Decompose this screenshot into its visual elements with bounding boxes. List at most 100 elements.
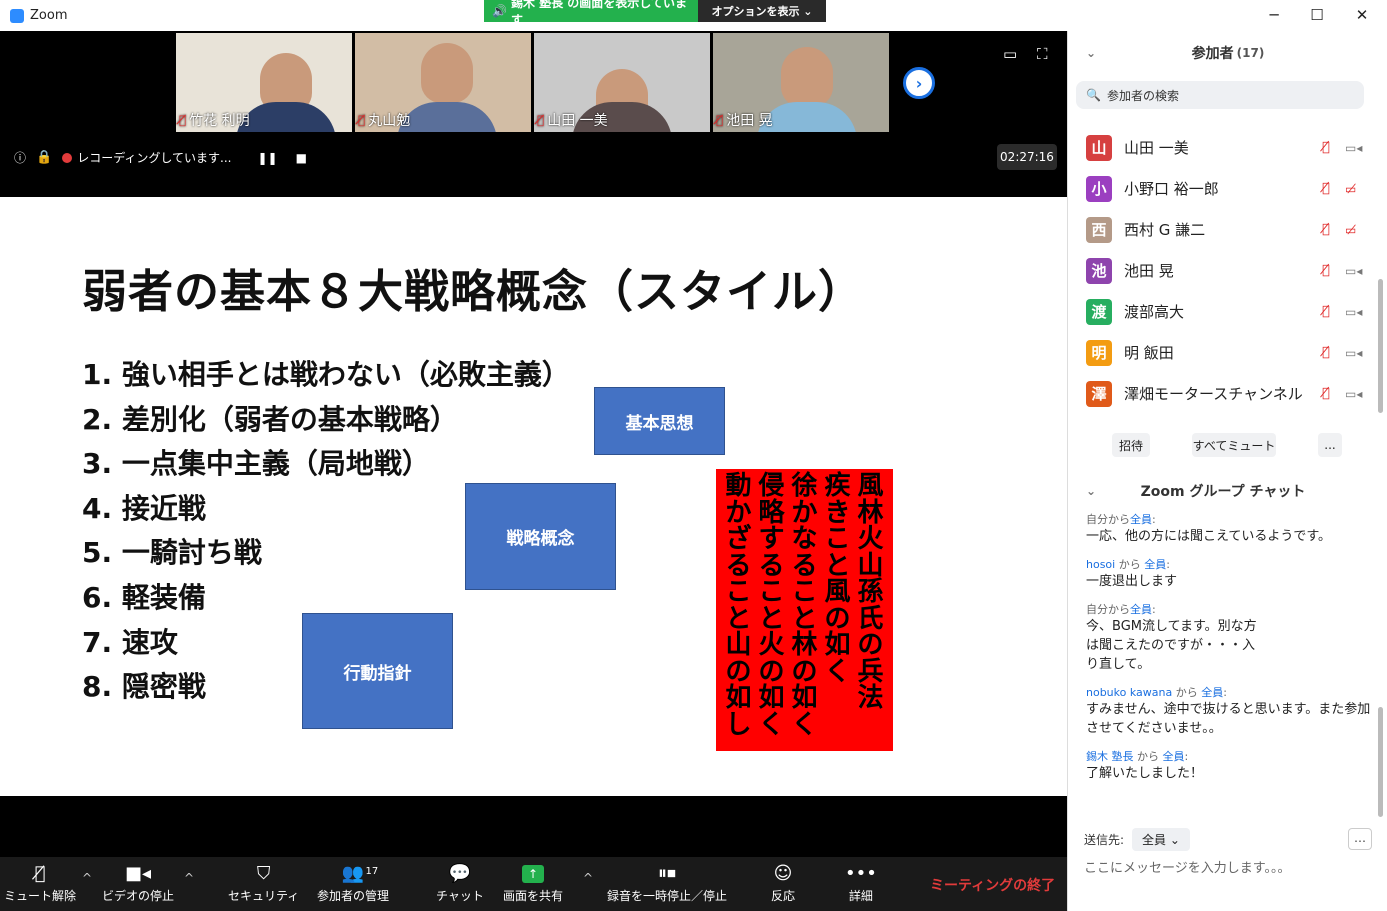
participants-label: 参加者の管理 xyxy=(317,889,390,903)
participant-row[interactable]: 小 小野口 裕一郎 🎙̸ ▭̸ xyxy=(1068,168,1378,209)
invite-button[interactable]: 招待 xyxy=(1112,433,1150,457)
sender[interactable]: hosoi xyxy=(1086,558,1115,571)
send-to-select[interactable]: 全員 ⌄ xyxy=(1132,828,1190,851)
lock-icon[interactable]: 🔒 xyxy=(36,150,52,165)
more-button[interactable]: ••• 詳細 xyxy=(845,863,877,904)
avatar: 明 xyxy=(1086,339,1112,366)
participant-search-input[interactable]: 🔍 参加者の検索 xyxy=(1076,81,1364,109)
mic-muted-icon[interactable]: 🎙̸ xyxy=(1322,345,1330,360)
mic-muted-icon[interactable]: 🎙̸ xyxy=(1322,222,1330,237)
view-options-button[interactable]: オプションを表示 ⌄ xyxy=(698,0,826,22)
mute-all-button[interactable]: すべてミュート xyxy=(1192,433,1276,457)
recipient[interactable]: 全員 xyxy=(1201,686,1223,699)
chat-message: 自分から全員: 一応、他の方には聞こえているようです。 xyxy=(1086,511,1372,546)
info-icon[interactable]: ⓘ xyxy=(14,149,26,166)
participant-row[interactable]: 渡 渡部高大 🎙̸ ▭◂ xyxy=(1068,291,1378,332)
fullscreen-icon[interactable]: ⛶ xyxy=(1037,45,1048,63)
mic-muted-icon[interactable]: 🎙̸ xyxy=(1322,304,1330,319)
stop-video-button[interactable]: ■◂ ビデオの停止 xyxy=(102,863,174,904)
audio-options-chevron-icon[interactable]: ^ xyxy=(82,871,92,885)
security-button[interactable]: ⛉ セキュリティ xyxy=(228,863,299,904)
camera-on-icon[interactable]: ▭◂ xyxy=(1345,264,1362,278)
participant-name: 澤畑モータースチャンネル xyxy=(1124,385,1303,403)
camera-off-icon[interactable]: ▭̸ xyxy=(1345,223,1356,237)
reactions-button[interactable]: ☺ 反応 xyxy=(771,863,795,904)
manage-participants-button[interactable]: 👥 17 参加者の管理 xyxy=(317,863,389,904)
participants-more-button[interactable]: ... xyxy=(1318,433,1342,457)
video-thumbnail[interactable]: 🎙̸ 池田 晃 xyxy=(713,33,889,132)
app-title-text: Zoom xyxy=(30,8,68,23)
end-meeting-button[interactable]: ミーティングの終了 xyxy=(930,875,1055,895)
search-placeholder: 参加者の検索 xyxy=(1106,88,1179,103)
mic-muted-icon[interactable]: 🎙̸ xyxy=(1322,140,1330,155)
participant-row[interactable]: 明 明 飯田 🎙̸ ▭◂ xyxy=(1068,332,1378,373)
chat-button[interactable]: 💬 チャット xyxy=(436,863,484,904)
participants-header: ⌄ 参加者 (17) xyxy=(1068,31,1387,75)
pause-stop-recording-button[interactable]: ⏸⏹ 録音を一時停止／停止 xyxy=(607,863,727,904)
maximize-button[interactable]: ☐ xyxy=(1307,6,1327,24)
recipient[interactable]: 全員 xyxy=(1163,750,1185,763)
camera-on-icon[interactable]: ▭◂ xyxy=(1345,141,1362,155)
chat-label: チャット xyxy=(436,889,484,903)
participant-row[interactable]: 澤 澤畑モータースチャンネル 🎙̸ ▭◂ xyxy=(1068,373,1378,414)
collapse-chevron-icon[interactable]: ⌄ xyxy=(1086,484,1096,498)
chat-scrollbar[interactable] xyxy=(1378,707,1383,817)
pause-recording-icon[interactable]: ❚❚ xyxy=(257,151,277,165)
sender: 自分 xyxy=(1086,513,1108,526)
layout-view-icon[interactable]: ▭ xyxy=(1003,45,1017,63)
video-thumbnail[interactable]: 🎙̸ 竹花 利明 xyxy=(176,33,352,132)
participants-scrollbar[interactable] xyxy=(1378,279,1383,413)
next-page-arrow-icon[interactable]: › xyxy=(903,67,935,99)
video-thumbnail[interactable]: 🎙̸ 丸山勉 xyxy=(355,33,531,132)
vertical-text-column: 風林火山 孫氏の兵法 xyxy=(857,471,910,713)
camera-on-icon[interactable]: ▭◂ xyxy=(1345,346,1362,360)
share-banner-text: 錫木 塾長 の画面を表示しています xyxy=(510,0,687,27)
mic-off-icon: 🎙̸ xyxy=(34,863,46,884)
security-label: セキュリティ xyxy=(228,889,300,903)
camera-off-icon[interactable]: ▭̸ xyxy=(1345,182,1356,196)
video-options-chevron-icon[interactable]: ^ xyxy=(184,871,194,885)
sender: 自分 xyxy=(1086,603,1108,616)
send-to-row: 送信先: 全員 ⌄ xyxy=(1084,828,1190,851)
mic-muted-icon[interactable]: 🎙̸ xyxy=(1322,181,1330,196)
participants-icon: 👥 17 xyxy=(341,863,379,884)
screen-share-banner: 🔊 錫木 塾長 の画面を表示しています xyxy=(484,0,698,27)
mic-muted-icon: 🎙̸ xyxy=(179,113,187,127)
participants-count-badge: 17 xyxy=(365,866,379,877)
vertical-text-column: 徐かなること林の如く xyxy=(791,471,818,740)
sender[interactable]: 錫木 塾長 xyxy=(1086,750,1134,763)
recipient[interactable]: 全員 xyxy=(1130,603,1152,616)
unmute-button[interactable]: 🎙̸ ミュート解除 xyxy=(4,863,76,904)
sender[interactable]: nobuko kawana xyxy=(1086,686,1172,699)
recording-text: レコーディングしています... xyxy=(77,151,232,165)
avatar: 池 xyxy=(1086,257,1112,284)
participant-row[interactable]: 山 山田 一美 🎙̸ ▭◂ xyxy=(1068,127,1378,168)
share-screen-icon: ↑ xyxy=(522,865,544,883)
recipient[interactable]: 全員 xyxy=(1130,513,1152,526)
chat-message: nobuko kawana から 全員: すみません、途中で抜けると思います。ま… xyxy=(1086,684,1372,738)
mic-muted-icon[interactable]: 🎙̸ xyxy=(1322,386,1330,401)
list-item: 1. 強い相手とは戦わない（必敗主義） xyxy=(82,358,570,391)
recording-status: ⓘ 🔒 レコーディングしています... ❚❚ ■ xyxy=(14,149,307,166)
chat-messages: 自分から全員: 一応、他の方には聞こえているようです。 hosoi から 全員:… xyxy=(1086,511,1372,793)
minimize-button[interactable]: ─ xyxy=(1264,6,1284,24)
more-dots-icon: ••• xyxy=(845,863,877,884)
recipient[interactable]: 全員 xyxy=(1144,558,1166,571)
collapse-chevron-icon[interactable]: ⌄ xyxy=(1086,46,1096,60)
share-options-chevron-icon[interactable]: ^ xyxy=(583,871,593,885)
chat-message-input[interactable]: ここにメッセージを入力します。。。 xyxy=(1084,857,1290,876)
share-screen-button[interactable]: ↑ 画面を共有 xyxy=(503,863,563,904)
participant-row[interactable]: 西 西村 G 謙二 🎙̸ ▭̸ xyxy=(1068,209,1378,250)
stop-recording-icon[interactable]: ■ xyxy=(296,151,307,165)
video-thumbnail[interactable]: 🎙̸ 山田 一美 xyxy=(534,33,710,132)
camera-on-icon[interactable]: ▭◂ xyxy=(1345,387,1362,401)
message-meta: hosoi から 全員: xyxy=(1086,558,1170,571)
chat-more-button[interactable]: … xyxy=(1348,828,1372,850)
reactions-label: 反応 xyxy=(771,889,796,903)
participant-row[interactable]: 池 池田 晃 🎙̸ ▭◂ xyxy=(1068,250,1378,291)
participant-name: 渡部高大 xyxy=(1124,303,1185,321)
avatar: 渡 xyxy=(1086,298,1112,325)
mic-muted-icon[interactable]: 🎙̸ xyxy=(1322,263,1330,278)
camera-on-icon[interactable]: ▭◂ xyxy=(1345,305,1362,319)
close-button[interactable]: ✕ xyxy=(1352,6,1372,24)
